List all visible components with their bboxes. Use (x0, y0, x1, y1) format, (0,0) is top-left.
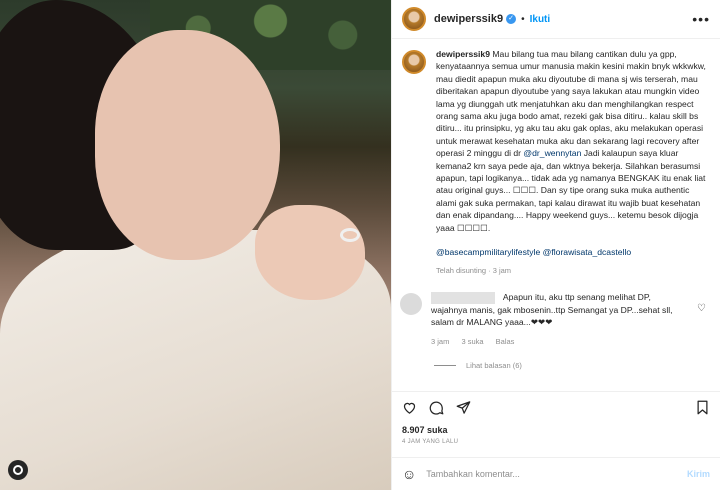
author-username[interactable]: dewiperssik9 (434, 13, 503, 25)
caption-tag-florawisata[interactable]: @florawisata_dcastello (543, 247, 632, 257)
post-time[interactable]: 4 JAM YANG LALU (402, 439, 710, 445)
post-panel: dewiperssik9 ✓ • Ikuti ••• dewiperssik9 … (391, 0, 720, 490)
post-caption: dewiperssik9 Mau bilang tua mau bilang c… (392, 40, 720, 277)
post-header: dewiperssik9 ✓ • Ikuti ••• (392, 0, 720, 39)
follow-button[interactable]: Ikuti (530, 14, 551, 25)
view-replies-button[interactable]: Lihat balasan (6) (434, 361, 720, 370)
caption-mention-doctor[interactable]: @dr_wennytan (523, 148, 581, 158)
post-photo[interactable] (0, 0, 391, 490)
comment-time: 3 jam (431, 337, 450, 347)
like-count[interactable]: 8.907 suka (402, 425, 710, 435)
emoji-icon[interactable]: ☺ (402, 466, 416, 482)
comment-likes[interactable]: 3 suka (461, 337, 483, 346)
comment-meta: 3 jam 3 suka Balas (431, 336, 689, 348)
like-heart-icon[interactable] (402, 400, 417, 415)
separator-dot: • (521, 13, 525, 25)
comment-reply-button[interactable]: Balas (496, 337, 515, 346)
view-replies-label: Lihat balasan (6) (466, 360, 522, 370)
caption-tag-basecamp[interactable]: @basecampmilitarylifestyle (436, 247, 540, 257)
caption-text-1: Mau bilang tua mau bilang cantikan dulu … (436, 49, 706, 159)
post-comment-button[interactable]: Kirim (687, 469, 710, 479)
comment-body: Apapun itu, aku ttp senang melihat DP, w… (431, 291, 689, 349)
add-comment-bar: ☺ Kirim (392, 457, 720, 490)
post-actions: 8.907 suka 4 JAM YANG LALU (392, 391, 720, 457)
verified-badge-icon: ✓ (506, 14, 517, 24)
save-bookmark-icon[interactable] (695, 400, 710, 415)
tagged-user-icon[interactable] (8, 460, 28, 480)
more-options-icon[interactable]: ••• (692, 11, 710, 27)
commenter-username-redacted[interactable] (431, 291, 495, 304)
comment-like-heart-icon[interactable]: ♡ (697, 303, 706, 349)
comment-input[interactable] (426, 469, 687, 479)
author-avatar[interactable] (402, 7, 426, 31)
photo-hand (255, 205, 365, 300)
caption-text-2: Jadi kalaupun saya kluar kemana2 krn say… (436, 148, 706, 233)
replies-line (434, 364, 456, 366)
share-send-icon[interactable] (456, 400, 471, 415)
comment-bubble-icon[interactable] (429, 400, 444, 415)
comments-scroll-area[interactable]: dewiperssik9 Mau bilang tua mau bilang c… (392, 40, 720, 390)
comment-item: Apapun itu, aku ttp senang melihat DP, w… (392, 277, 720, 349)
caption-edited-time: Telah disunting · 3 jam (436, 265, 512, 275)
caption-body: dewiperssik9 Mau bilang tua mau bilang c… (436, 48, 710, 277)
photo-face (95, 30, 280, 260)
commenter-avatar[interactable] (400, 292, 422, 315)
caption-avatar[interactable] (402, 50, 426, 74)
action-icons (402, 400, 710, 415)
photo-ring (340, 228, 360, 242)
caption-username[interactable]: dewiperssik9 (436, 49, 490, 59)
